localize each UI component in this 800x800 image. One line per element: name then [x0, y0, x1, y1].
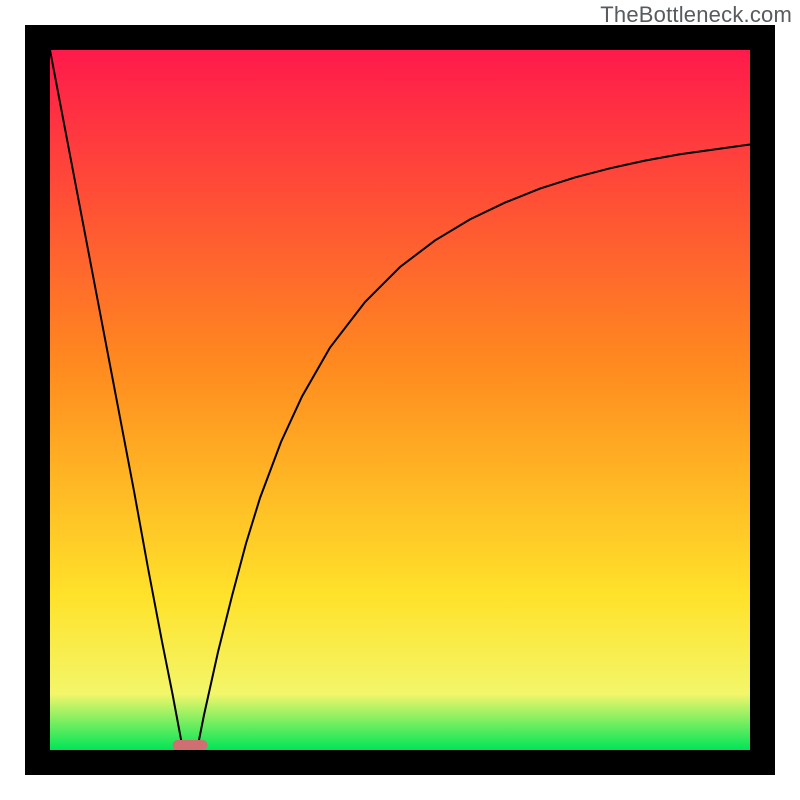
optimal-marker — [173, 740, 208, 750]
chart-frame: TheBottleneck.com — [0, 0, 800, 800]
bottleneck-chart — [50, 50, 750, 750]
gradient-background — [50, 50, 750, 750]
